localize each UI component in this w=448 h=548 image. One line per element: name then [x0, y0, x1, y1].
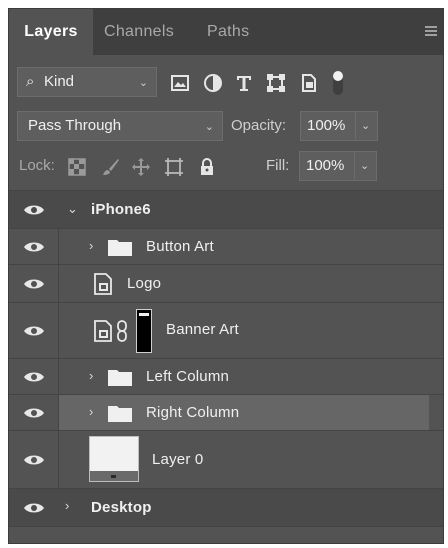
- layer-row-desktop[interactable]: › Desktop: [9, 489, 443, 527]
- expand-chevron-right-icon[interactable]: ›: [89, 404, 93, 419]
- chevron-down-icon: ⌄: [138, 77, 148, 89]
- panel-menu-icon[interactable]: [425, 26, 437, 38]
- search-icon: ⌕: [26, 73, 35, 90]
- visibility-eye-icon[interactable]: [23, 240, 45, 254]
- blend-mode-select[interactable]: Pass Through ⌄: [17, 111, 223, 141]
- eye-cell: [9, 359, 59, 394]
- type-layer-filter-icon[interactable]: [233, 72, 255, 94]
- visibility-eye-icon[interactable]: [23, 370, 45, 384]
- layer-row-iphone6[interactable]: ⌄ iPhone6: [9, 191, 443, 229]
- layer-thumbnail[interactable]: [89, 436, 139, 482]
- filter-kind-select[interactable]: ⌕ Kind ⌄: [17, 67, 157, 97]
- layer-row-logo[interactable]: Logo: [9, 265, 443, 303]
- layer-row-right-column[interactable]: › Right Column: [9, 395, 443, 431]
- visibility-eye-icon[interactable]: [23, 203, 45, 217]
- smart-object-filter-icon[interactable]: [298, 72, 320, 94]
- lock-image-pixels-icon[interactable]: [101, 157, 121, 177]
- expand-chevron-right-icon[interactable]: ›: [89, 238, 93, 253]
- lock-position-icon[interactable]: [131, 157, 151, 177]
- tab-channels[interactable]: Channels: [104, 9, 174, 55]
- filter-kind-label: Kind: [44, 73, 75, 90]
- layer-name: Desktop: [91, 499, 152, 516]
- opacity-label: Opacity:: [231, 117, 287, 134]
- blend-row: Pass Through ⌄ Opacity: 100% ⌄: [9, 111, 443, 143]
- visibility-eye-icon[interactable]: [23, 324, 45, 338]
- panel-tab-bar: Layers Channels Paths: [9, 9, 443, 55]
- visibility-eye-icon[interactable]: [23, 501, 45, 515]
- smart-object-thumbnail-icon: [94, 320, 112, 342]
- eye-cell: [9, 431, 59, 488]
- layer-name: Logo: [127, 275, 162, 292]
- layer-row-banner-art[interactable]: Banner Art: [9, 303, 443, 359]
- lock-label: Lock:: [19, 157, 55, 174]
- opacity-field[interactable]: 100%: [300, 111, 356, 141]
- lock-transparent-pixels-icon[interactable]: [67, 157, 87, 177]
- pixel-layer-filter-icon[interactable]: [169, 72, 191, 94]
- link-chain-icon[interactable]: [116, 320, 128, 342]
- tab-layers[interactable]: Layers: [9, 9, 93, 55]
- chevron-down-icon: ⌄: [204, 121, 214, 133]
- shape-layer-filter-icon[interactable]: [265, 72, 287, 94]
- lock-all-icon[interactable]: [197, 157, 217, 177]
- eye-cell: [9, 229, 59, 264]
- eye-cell: [9, 303, 59, 358]
- tab-paths[interactable]: Paths: [207, 9, 249, 55]
- folder-icon: [108, 370, 132, 386]
- folder-icon: [108, 240, 132, 256]
- fill-field[interactable]: 100%: [299, 151, 355, 181]
- adjustment-layer-filter-icon[interactable]: [202, 72, 224, 94]
- blend-mode-value: Pass Through: [28, 117, 122, 134]
- expand-chevron-right-icon[interactable]: ›: [89, 368, 93, 383]
- folder-icon: [108, 406, 132, 422]
- layer-name: Button Art: [146, 238, 214, 255]
- visibility-eye-icon[interactable]: [23, 453, 45, 467]
- layers-panel: Layers Channels Paths ⌕ Kind ⌄ Pass Thro…: [8, 8, 444, 544]
- expand-chevron-down-icon[interactable]: ⌄: [67, 201, 78, 217]
- layer-name: Layer 0: [152, 451, 204, 468]
- layer-name: iPhone6: [91, 201, 151, 218]
- layer-row-button-art[interactable]: › Button Art: [9, 229, 443, 265]
- layer-filter-row: ⌕ Kind ⌄: [9, 67, 443, 101]
- filter-toggle-icon[interactable]: [327, 67, 349, 99]
- layer-name: Right Column: [146, 404, 240, 421]
- lock-row: Lock: Fill: 100% ⌄: [9, 149, 443, 183]
- layer-name: Left Column: [146, 368, 230, 385]
- chevron-down-icon: ⌄: [361, 120, 371, 132]
- fill-label: Fill:: [266, 157, 290, 174]
- expand-chevron-right-icon[interactable]: ›: [65, 498, 69, 513]
- mask-thumbnail[interactable]: [136, 309, 152, 353]
- fill-dropdown-button[interactable]: ⌄: [355, 151, 377, 181]
- eye-cell: [9, 395, 59, 430]
- visibility-eye-icon[interactable]: [23, 406, 45, 420]
- eye-cell: [9, 265, 59, 302]
- layer-row-layer-0[interactable]: Layer 0: [9, 431, 443, 489]
- layer-row-left-column[interactable]: › Left Column: [9, 359, 443, 395]
- chevron-down-icon: ⌄: [360, 160, 370, 172]
- layer-name: Banner Art: [166, 321, 239, 338]
- opacity-dropdown-button[interactable]: ⌄: [356, 111, 378, 141]
- lock-artboard-icon[interactable]: [164, 157, 184, 177]
- visibility-eye-icon[interactable]: [23, 277, 45, 291]
- smart-object-thumbnail-icon: [94, 273, 112, 295]
